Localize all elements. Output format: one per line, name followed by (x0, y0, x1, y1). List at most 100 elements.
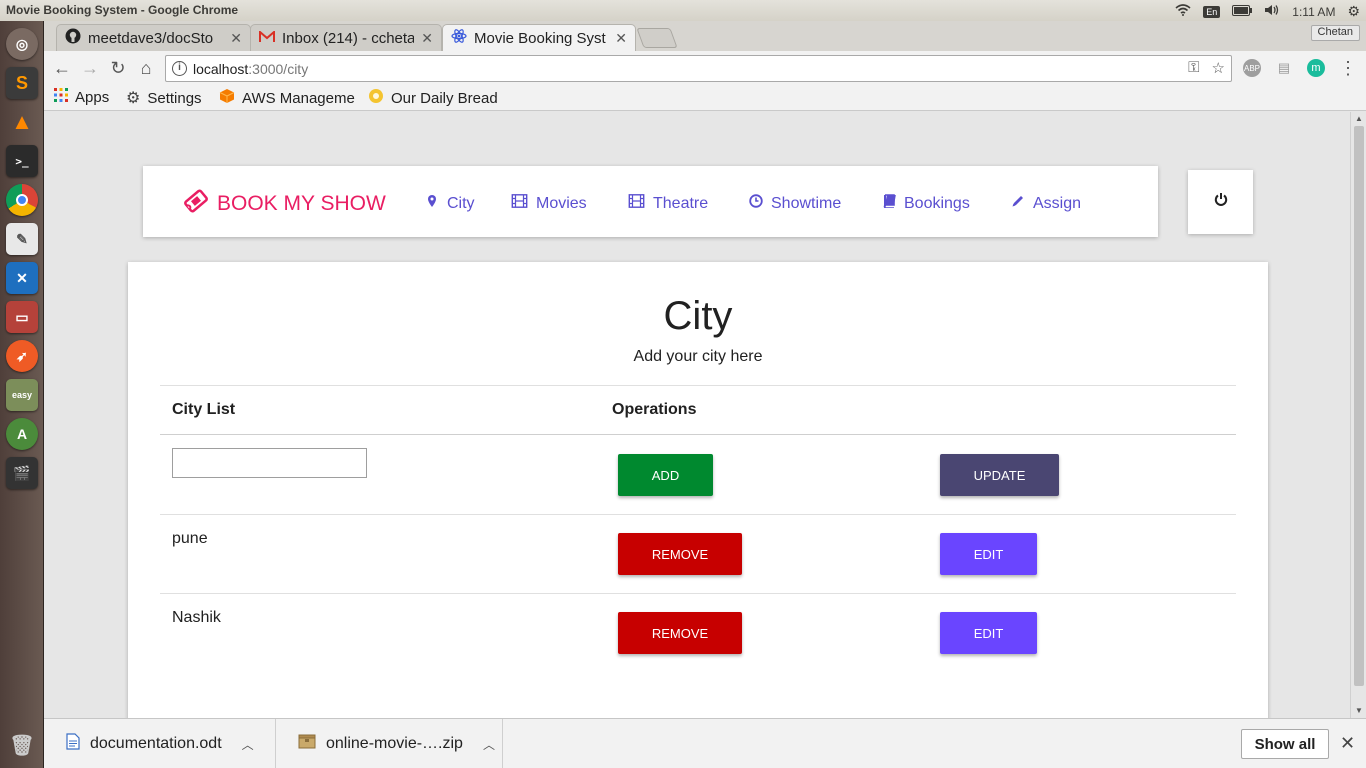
chevron-up-icon[interactable]: ︿ (242, 736, 254, 753)
android-studio-icon[interactable]: A (6, 418, 38, 450)
screen: Movie Booking System - Google Chrome En … (0, 0, 1366, 768)
volume-icon[interactable] (1264, 4, 1280, 19)
scroll-down-arrow-icon[interactable]: ▼ (1355, 706, 1363, 715)
wifi-icon[interactable] (1175, 4, 1191, 19)
clock-text[interactable]: 1:11 AM (1292, 5, 1335, 19)
profile-name[interactable]: Chetan (1310, 25, 1360, 41)
update-button[interactable]: UPDATE (940, 454, 1059, 496)
document-icon (66, 733, 80, 755)
tab-close-icon[interactable]: ✕ (421, 30, 433, 47)
bookmark-apps[interactable]: Apps (54, 88, 109, 106)
tab-github[interactable]: meetdave3/docSto ✕ (56, 24, 251, 51)
window-title: Movie Booking System - Google Chrome (6, 3, 239, 17)
download-item[interactable]: online-movie-….zip ︿ (276, 719, 503, 768)
nav-showtime[interactable]: Showtime (749, 194, 841, 213)
brand-logo[interactable]: BOOK MY SHOW (183, 188, 386, 220)
nav-movies[interactable]: Movies (511, 194, 587, 213)
rest-easy-icon[interactable]: easy (6, 379, 38, 411)
battery-icon[interactable] (1232, 4, 1253, 19)
back-arrow-icon[interactable]: ← (52, 58, 72, 79)
bookmark-label: AWS Manageme (242, 89, 355, 107)
bookmarks-bar: Apps ⚙ Settings AWS Manageme Our Daily B… (44, 85, 1366, 111)
forward-arrow-icon[interactable]: → (80, 58, 100, 79)
tab-close-icon[interactable]: ✕ (230, 30, 242, 47)
os-top-panel: Movie Booking System - Google Chrome En … (0, 0, 1366, 21)
trash-icon[interactable]: 🗑 (6, 729, 38, 761)
browser-tab-strip: meetdave3/docSto ✕ Inbox (214) - ccheta … (44, 21, 1366, 51)
gmail-icon (259, 29, 275, 47)
remove-button[interactable]: REMOVE (618, 612, 742, 654)
download-filename: online-movie-….zip (326, 735, 463, 752)
map-pin-icon (425, 194, 439, 213)
omnibox-icons: ⚿ ☆ (1188, 59, 1225, 77)
address-bar[interactable]: i localhost:3000/city ⚿ ☆ (165, 55, 1232, 82)
sublime-text-icon[interactable]: S (6, 67, 38, 99)
page-scrollbar[interactable]: ▲ ▼ (1350, 112, 1366, 718)
bookmark-label: Our Daily Bread (391, 89, 498, 107)
edit-button[interactable]: EDIT (940, 533, 1037, 575)
video-editor-icon[interactable]: 🎬 (6, 457, 38, 489)
bookmark-aws[interactable]: AWS Manageme (219, 88, 357, 108)
app-navbar: BOOK MY SHOW City Movies Theatre Showtim… (143, 166, 1158, 237)
keyboard-language[interactable]: En (1203, 5, 1221, 18)
url-path: :3000/city (248, 60, 309, 77)
tab-close-icon[interactable]: ✕ (615, 30, 627, 47)
tab-title: Inbox (214) - ccheta (282, 29, 415, 47)
adblock-plus-icon[interactable]: ABP (1243, 59, 1261, 77)
system-gear-icon[interactable]: ⚙ (1347, 3, 1360, 20)
vlc-icon[interactable]: ▲ (6, 106, 38, 138)
close-icon[interactable]: ✕ (1340, 733, 1355, 754)
nav-assign[interactable]: Assign (1011, 194, 1081, 213)
bookmark-settings[interactable]: ⚙ Settings (126, 88, 202, 108)
key-icon[interactable]: ⚿ (1188, 59, 1199, 77)
ubuntu-dash-icon[interactable]: ◎ (6, 28, 38, 60)
scroll-up-arrow-icon[interactable]: ▲ (1355, 114, 1363, 123)
show-all-button[interactable]: Show all (1241, 729, 1329, 759)
remove-button[interactable]: REMOVE (618, 533, 742, 575)
extension-icon[interactable]: ▤ (1275, 59, 1293, 77)
file-manager-icon[interactable]: ▭ (6, 301, 38, 333)
terminal-icon[interactable]: >_ (6, 145, 38, 177)
apps-grid-icon (54, 88, 68, 106)
book-icon (882, 194, 896, 213)
site-info-icon[interactable]: i (172, 61, 187, 76)
divider (160, 514, 1236, 515)
download-item[interactable]: documentation.odt ︿ (44, 719, 276, 768)
archive-icon (298, 734, 316, 754)
edit-button[interactable]: EDIT (940, 612, 1037, 654)
system-tray: En 1:11 AM ⚙ (1175, 3, 1360, 20)
tab-gmail[interactable]: Inbox (214) - ccheta ✕ (250, 24, 442, 51)
film-icon (628, 194, 645, 213)
add-button[interactable]: ADD (618, 454, 713, 496)
vscode-icon[interactable]: ✕ (6, 262, 38, 294)
bookmark-star-icon[interactable]: ☆ (1212, 59, 1225, 77)
nav-bookings[interactable]: Bookings (882, 194, 970, 213)
nav-city[interactable]: City (425, 194, 475, 213)
header-city-list: City List (172, 401, 236, 418)
scrollbar-thumb[interactable] (1354, 126, 1364, 686)
nav-label: Theatre (653, 194, 709, 212)
gear-icon: ⚙ (126, 90, 141, 107)
page-viewport: BOOK MY SHOW City Movies Theatre Showtim… (44, 112, 1350, 718)
chrome-icon[interactable] (6, 184, 38, 216)
app-launcher: ◎ S ▲ >_ ✎ ✕ ▭ ➶ easy A 🎬 🗑 (0, 21, 44, 768)
city-name-input[interactable] (172, 448, 367, 478)
nav-theatre[interactable]: Theatre (628, 194, 708, 213)
download-filename: documentation.odt (90, 735, 222, 752)
ticket-icon (183, 188, 209, 220)
postman-icon[interactable]: ➶ (6, 340, 38, 372)
text-editor-icon[interactable]: ✎ (6, 223, 38, 255)
logout-button[interactable] (1188, 170, 1253, 234)
tab-movie-booking[interactable]: Movie Booking Syst ✕ (442, 24, 636, 51)
reload-icon[interactable]: ↻ (108, 58, 128, 79)
chevron-up-icon[interactable]: ︿ (483, 736, 495, 753)
m-extension-icon[interactable]: m (1307, 59, 1325, 77)
home-icon[interactable]: ⌂ (136, 58, 156, 79)
download-shelf: documentation.odt ︿ online-movie-….zip ︿… (44, 718, 1366, 768)
chrome-menu-icon[interactable]: ⋮ (1338, 58, 1358, 79)
bookmark-our-daily-bread[interactable]: Our Daily Bread (368, 88, 508, 108)
url-host: localhost (193, 60, 249, 77)
divider (160, 385, 1236, 386)
new-tab-button[interactable] (636, 28, 678, 48)
tab-title: meetdave3/docSto (88, 29, 214, 47)
